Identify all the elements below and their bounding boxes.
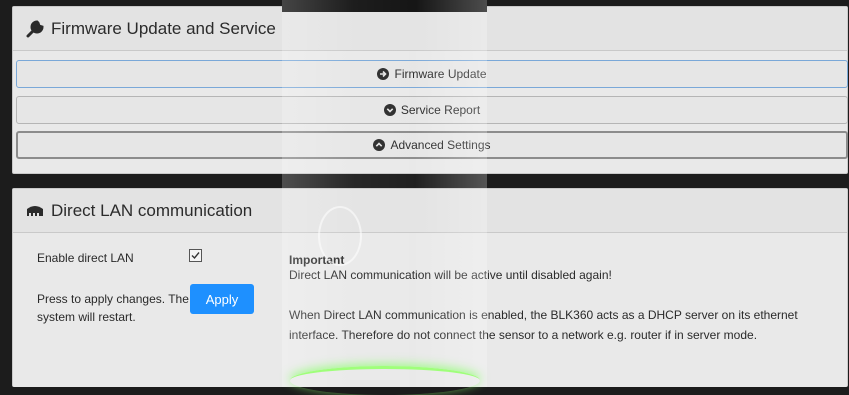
lan-panel: Direct LAN communication bbox=[12, 188, 848, 387]
firmware-update-button[interactable]: Firmware Update bbox=[16, 60, 848, 88]
wrench-icon bbox=[25, 19, 45, 39]
service-report-label: Service Report bbox=[400, 103, 481, 117]
apply-button[interactable]: Apply bbox=[190, 284, 254, 314]
apply-hint-text: Press to apply changes. The system will … bbox=[37, 292, 189, 324]
arrow-circle-right-icon bbox=[377, 68, 390, 80]
chevron-circle-down-icon bbox=[383, 104, 396, 116]
dhcp-notice-text: When Direct LAN communication is enabled… bbox=[289, 308, 798, 342]
service-report-button[interactable]: Service Report bbox=[16, 96, 848, 124]
firmware-update-label: Firmware Update bbox=[394, 67, 487, 81]
checkmark-icon bbox=[191, 252, 200, 260]
enable-direct-lan-checkbox[interactable] bbox=[189, 249, 202, 262]
advanced-settings-label: Advanced Settings bbox=[390, 138, 491, 152]
lan-panel-title: Direct LAN communication bbox=[51, 200, 253, 220]
lan-panel-header: Direct LAN communication bbox=[13, 189, 847, 233]
advanced-settings-button[interactable]: Advanced Settings bbox=[16, 131, 848, 159]
firmware-panel-title: Firmware Update and Service bbox=[51, 18, 276, 38]
enable-direct-lan-label: Enable direct LAN bbox=[37, 251, 134, 265]
important-warning-text: Direct LAN communication will be active … bbox=[289, 268, 612, 282]
important-heading: Important bbox=[289, 253, 345, 267]
ethernet-icon bbox=[25, 201, 45, 221]
firmware-panel-header: Firmware Update and Service bbox=[13, 7, 847, 51]
chevron-circle-up-icon bbox=[373, 139, 386, 151]
